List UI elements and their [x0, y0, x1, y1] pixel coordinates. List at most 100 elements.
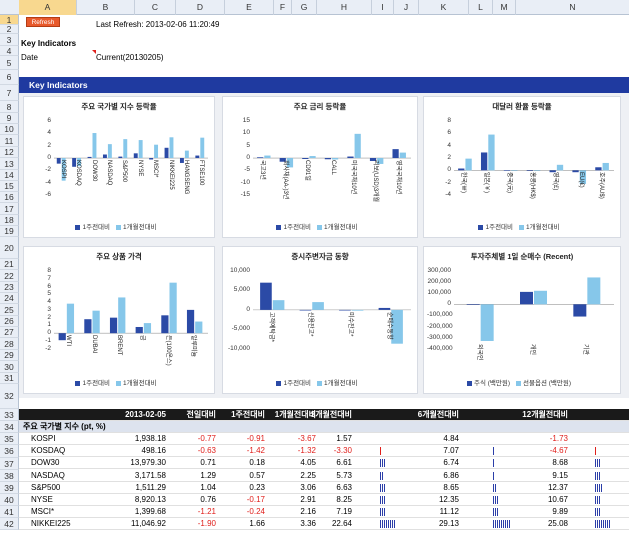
bar-BRENT-1주전대비[interactable]	[109, 317, 118, 334]
column-header-K[interactable]: K	[419, 0, 469, 15]
bar-FTSE100-1주전대비[interactable]	[195, 155, 200, 159]
row-header-40[interactable]: 40	[0, 494, 19, 506]
bar-한국(￦)-1주전대비[interactable]	[458, 168, 465, 171]
column-header-L[interactable]: L	[469, 0, 493, 15]
chart-1[interactable]: 주요 국가별 지수 등락율 6 4 2 0 -2 -4 -6 KOSPI KOSDAQ DOW30 N…	[23, 96, 215, 238]
table-column-header[interactable]: 3개월전대비	[292, 409, 352, 421]
bar-NASDAQ-1개월전대비[interactable]	[107, 144, 112, 159]
bar-알루미늄-1개월전대비[interactable]	[195, 321, 203, 334]
bar-중국(元)-1주전대비[interactable]	[503, 170, 511, 171]
row-header-33[interactable]: 33	[0, 409, 19, 421]
bar-외국인-주식 (백만원)[interactable]	[466, 304, 480, 305]
bar-금-1개월전대비[interactable]	[143, 323, 152, 334]
row-header-9[interactable]: 9	[0, 113, 19, 124]
row-header-36[interactable]: 36	[0, 445, 19, 458]
table-row[interactable]: KOSDAQ 498.16 -0.63 -1.42 -1.32 -3.30 7.07 -4.6…	[19, 445, 629, 458]
row-header-37[interactable]: 37	[0, 458, 19, 470]
column-header-H[interactable]: H	[317, 0, 372, 15]
column-header-E[interactable]: E	[225, 0, 274, 15]
bar-호주(AU$)-1주전대비[interactable]	[595, 167, 602, 171]
bar-영국(£)-1개월전대비[interactable]	[556, 164, 564, 171]
bar-개인-주식 (백만원)[interactable]	[520, 291, 533, 305]
row-header-3[interactable]: 3	[0, 34, 19, 46]
chart-6[interactable]: 투자주체별 1일 순매수 (Recent) 300,000 200,000 100,0…	[423, 246, 621, 394]
bar-미수잔고*-1개월전대비[interactable]	[351, 309, 364, 311]
table-column-header[interactable]: 6개월전대비	[399, 409, 459, 421]
table-row[interactable]: NASDAQ 3,171.58 1.29 0.57 2.25 5.73 6.86 9.15	[19, 470, 629, 482]
row-header-34[interactable]: 34	[0, 421, 19, 433]
row-header-13[interactable]: 13	[0, 158, 19, 170]
row-header-29[interactable]: 29	[0, 350, 19, 361]
row-header-18[interactable]: 18	[0, 215, 19, 226]
row-header-20[interactable]: 20	[0, 237, 19, 259]
bar-홍콩(HK$)-1개월전대비[interactable]	[534, 170, 541, 171]
bar-CD91일-1주전대비[interactable]	[302, 158, 309, 160]
bar-은(100온스)-1주전대비[interactable]	[161, 315, 169, 334]
bar-NIKKEI225-1주전대비[interactable]	[164, 147, 169, 159]
bar-FTSE100-1개월전대비[interactable]	[200, 137, 205, 159]
bar-일본(￥)-1개월전대비[interactable]	[488, 134, 495, 171]
column-header-B[interactable]: B	[77, 0, 135, 15]
chart-3[interactable]: 대달러 환율 등락율 8 6 4 2 0 -2 -4 한국(￦) 일본(￥) 중국(元) 홍콩(HK$…	[423, 96, 621, 238]
row-header-35[interactable]: 35	[0, 433, 19, 445]
row-header-17[interactable]: 17	[0, 203, 19, 215]
bar-DOW30-1주전대비[interactable]	[87, 156, 92, 159]
row-header-2[interactable]: 2	[0, 25, 19, 34]
bar-고객예탁금*-1주전대비[interactable]	[260, 282, 272, 310]
spreadsheet[interactable]: ABCDEFGHIJKLMN 1 2 3 4 5 6 7 8 9 10 11 12 13 14 15 16 17…	[0, 0, 629, 535]
bar-호주(AU$)-1개월전대비[interactable]	[602, 162, 609, 171]
row-header-26[interactable]: 26	[0, 316, 19, 327]
row-header-30[interactable]: 30	[0, 361, 19, 373]
bar-영국국채10년-1주전대비[interactable]	[392, 149, 399, 159]
refresh-button[interactable]: Refresh	[26, 17, 60, 27]
bar-기관-주식 (백만원)[interactable]	[573, 304, 587, 317]
row-header-25[interactable]: 25	[0, 304, 19, 316]
bar-외국인-선물옵션 (백만원)[interactable]	[480, 304, 494, 341]
row-header-23[interactable]: 23	[0, 282, 19, 293]
column-header-D[interactable]: D	[176, 0, 225, 15]
row-header-21[interactable]: 21	[0, 259, 19, 270]
row-header-41[interactable]: 41	[0, 506, 19, 518]
row-header-16[interactable]: 16	[0, 192, 19, 203]
table-row[interactable]: KOSPI 1,938.18 -0.77 -0.91 -3.67 1.57 4.84 -1.7…	[19, 433, 629, 445]
column-header-I[interactable]: I	[372, 0, 394, 15]
bar-HANGSENG-1개월전대비[interactable]	[184, 150, 189, 159]
bar-기관-선물옵션 (백만원)[interactable]	[587, 277, 601, 305]
column-header-J[interactable]: J	[394, 0, 419, 15]
row-header-28[interactable]: 28	[0, 338, 19, 350]
bar-금-1주전대비[interactable]	[135, 326, 143, 334]
column-header-F[interactable]: F	[274, 0, 292, 15]
bar-S&P500-1주전대비[interactable]	[118, 156, 123, 159]
column-header-A[interactable]: A	[19, 0, 77, 15]
row-header-11[interactable]: 11	[0, 135, 19, 147]
bar-신용잔고*-1개월전대비[interactable]	[312, 302, 324, 310]
row-header-14[interactable]: 14	[0, 170, 19, 181]
bar-DOW30-1개월전대비[interactable]	[92, 133, 97, 159]
bar-일본(￥)-1주전대비[interactable]	[480, 152, 488, 171]
column-header-M[interactable]: M	[493, 0, 516, 15]
bar-알루미늄-1주전대비[interactable]	[186, 309, 195, 334]
row-header-42[interactable]: 42	[0, 518, 19, 530]
bar-BRENT-1개월전대비[interactable]	[118, 297, 126, 334]
bar-NASDAQ-1주전대비[interactable]	[102, 154, 107, 159]
row-header-24[interactable]: 24	[0, 293, 19, 304]
bar-한국(￦)-1개월전대비[interactable]	[465, 158, 472, 171]
row-header-5[interactable]: 5	[0, 56, 19, 70]
date-value[interactable]: Current(20130205)	[96, 53, 164, 62]
bar-고객예탁금*-1개월전대비[interactable]	[272, 300, 285, 310]
bar-순매수동향-1주전대비[interactable]	[378, 307, 391, 310]
chart-5[interactable]: 증시주변자금 동향 10,000 5,000 0 -5,000 -10,000 고객예탁금*…	[222, 246, 418, 394]
chart-2[interactable]: 주요 금리 등락율 15 10 5 0 -5 -10 -15 국고3년 회사채(AA-)3년 CD9…	[222, 96, 418, 238]
column-header-G[interactable]: G	[292, 0, 317, 15]
bar-미수잔고*-1주전대비[interactable]	[339, 309, 351, 311]
table-row[interactable]: S&P500 1,511.29 1.04 0.23 3.06 6.63 8.65 12.37	[19, 482, 629, 494]
row-header-38[interactable]: 38	[0, 470, 19, 482]
table-row[interactable]: MSCI* 1,399.68 -1.21 -0.24 2.16 7.19 11.12 9.89	[19, 506, 629, 519]
row-header-12[interactable]: 12	[0, 147, 19, 158]
bar-영국국채10년-1개월전대비[interactable]	[399, 152, 406, 159]
bar-NIKKEI225-1개월전대비[interactable]	[169, 137, 174, 159]
row-header-15[interactable]: 15	[0, 181, 19, 192]
row-header-8[interactable]: 8	[0, 101, 19, 113]
bar-NYSE-1개월전대비[interactable]	[138, 140, 143, 159]
bar-은(100온스)-1개월전대비[interactable]	[169, 282, 177, 334]
